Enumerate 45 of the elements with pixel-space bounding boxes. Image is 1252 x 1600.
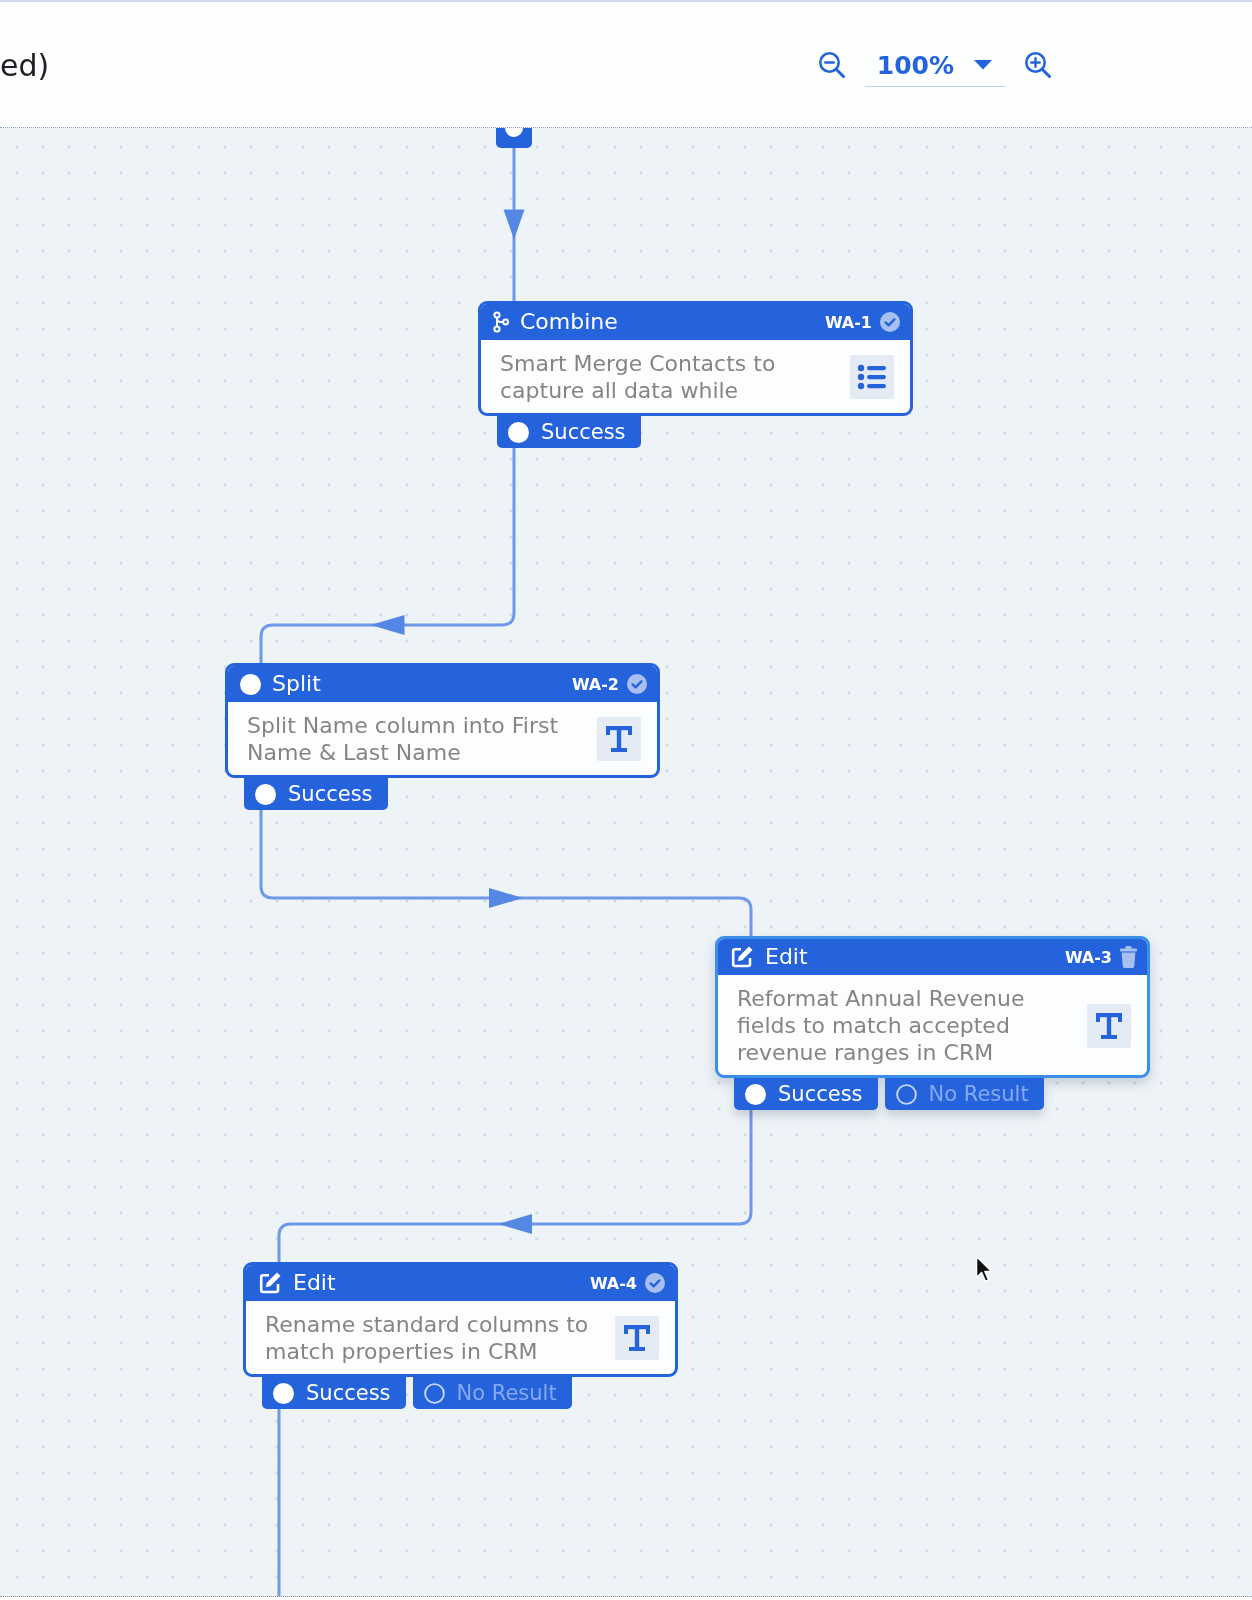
node-id: WA-1 — [824, 312, 872, 332]
output-port[interactable]: Success — [262, 1377, 406, 1409]
circle-icon — [508, 421, 529, 443]
output-port[interactable]: Success — [734, 1078, 878, 1110]
page-title: ed) — [0, 48, 50, 83]
node-card[interactable]: Edit WA-3 Reformat Annual Revenue fields to match accepted revenue ranges in CRM — [715, 936, 1150, 1078]
node-description: Rename standard columns to match properties in CRM — [265, 1311, 590, 1365]
zoom-select[interactable]: 100% — [864, 42, 1005, 87]
node-card[interactable]: Edit WA-4 Rename standard columns to match properties in CRM — [243, 1262, 678, 1377]
node-id: WA-3 — [1064, 947, 1112, 967]
circle-icon — [240, 673, 261, 695]
circle-icon — [255, 783, 276, 805]
check-circle-icon — [627, 674, 647, 694]
node-title: Split — [272, 670, 322, 698]
ring-icon — [895, 1083, 917, 1105]
text-type-icon — [615, 1316, 659, 1360]
node-title: Edit — [765, 943, 809, 971]
check-circle-icon — [880, 312, 900, 332]
text-type-icon — [597, 717, 641, 761]
node-card[interactable]: Split WA-2 Split Name column into First Name & Last Name — [225, 663, 660, 778]
edit-icon — [730, 945, 754, 969]
zoom-in-icon[interactable] — [1024, 50, 1052, 79]
zoom-out-icon[interactable] — [817, 50, 846, 79]
branch-icon — [493, 311, 509, 333]
output-port[interactable]: Success — [497, 416, 641, 448]
ring-icon — [423, 1382, 445, 1404]
node-description: Smart Merge Contacts to capture all data while — [500, 350, 777, 404]
node-id: WA-4 — [589, 1273, 637, 1293]
text-type-icon — [1087, 1003, 1131, 1048]
list-icon — [850, 355, 894, 399]
node-description: Reformat Annual Revenue fields to match accepted revenue ranges in CRM — [737, 985, 1026, 1066]
caret-icon — [974, 60, 992, 70]
node-title: Combine — [520, 308, 619, 336]
node-card[interactable]: Combine WA-1 Smart Merge Contacts to capture all data while — [478, 301, 913, 416]
edit-icon — [258, 1271, 282, 1295]
circle-icon — [273, 1382, 294, 1404]
trash-icon[interactable] — [1120, 946, 1137, 968]
node-title: Edit — [293, 1269, 337, 1297]
port-icon[interactable] — [496, 128, 532, 148]
output-port[interactable]: Success — [244, 778, 388, 810]
cursor-icon — [975, 1255, 993, 1283]
circle-icon — [745, 1083, 766, 1105]
node-id: WA-2 — [571, 674, 619, 694]
check-circle-icon — [645, 1273, 665, 1293]
node-description: Split Name column into First Name & Last Name — [247, 712, 560, 766]
